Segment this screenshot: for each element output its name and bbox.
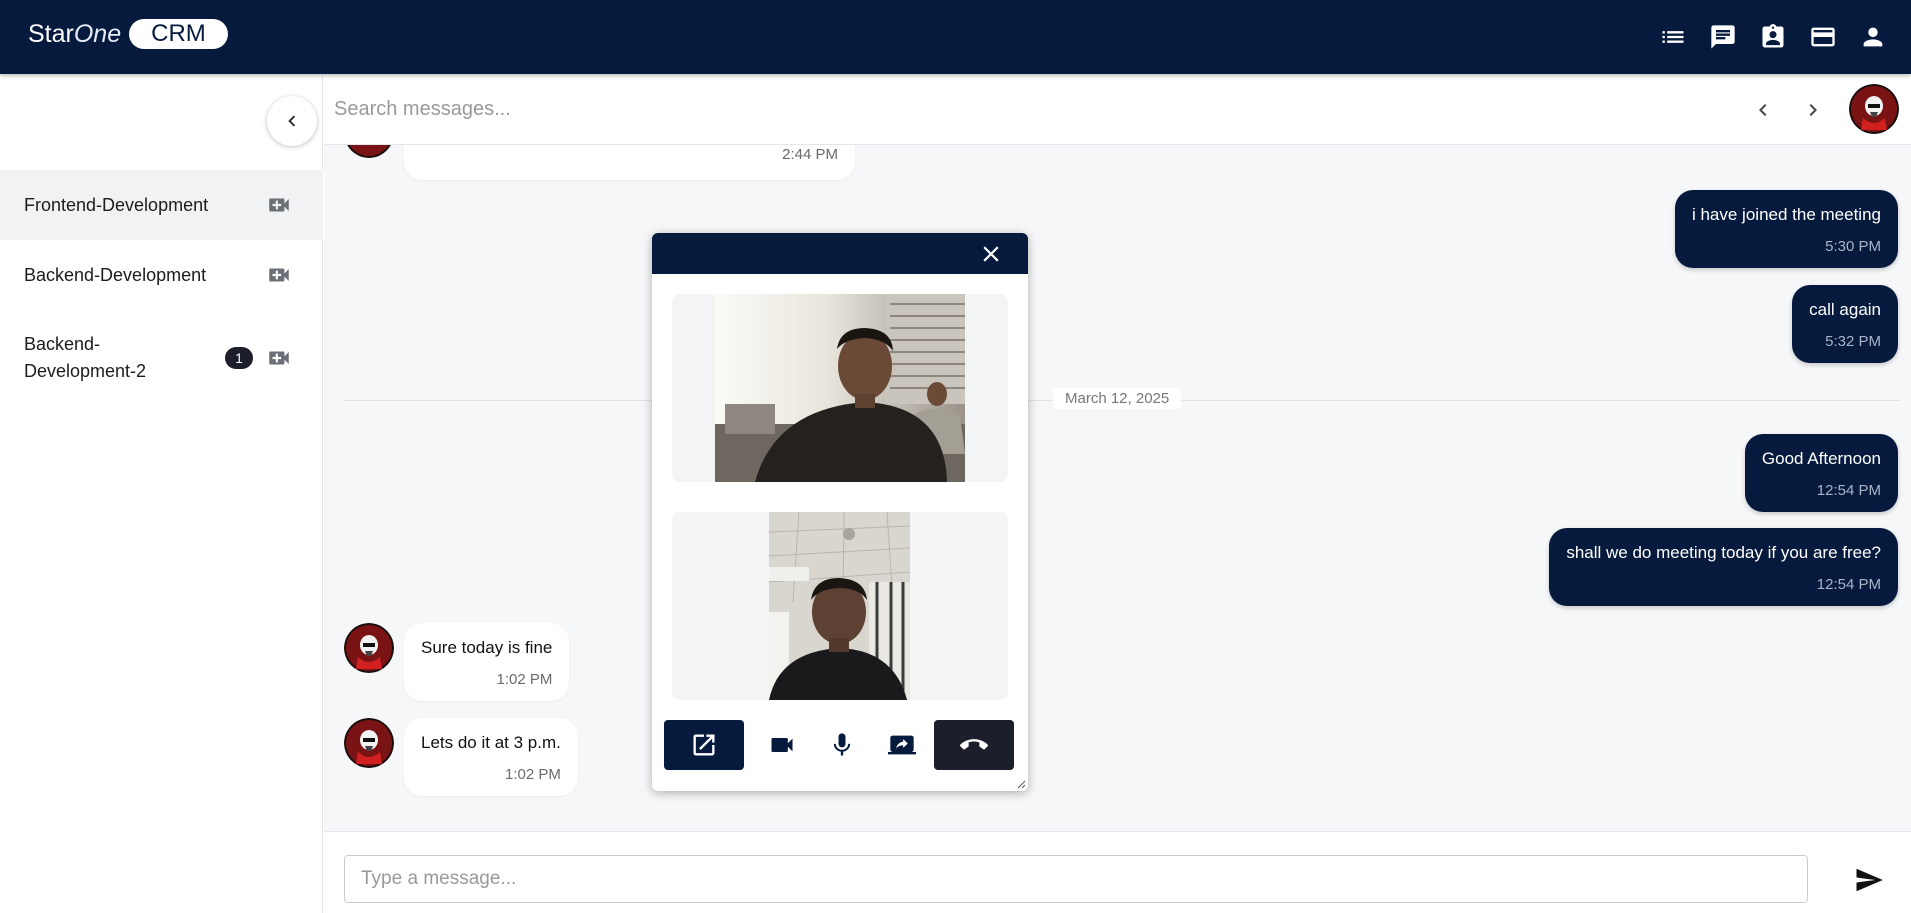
chat-icon[interactable] <box>1705 19 1741 55</box>
avatar <box>344 718 394 768</box>
list-icon[interactable] <box>1655 19 1691 55</box>
local-video-feed <box>769 512 910 700</box>
remote-video-tile <box>672 294 1008 482</box>
group-item-backend-development[interactable]: Backend-Development <box>0 240 323 310</box>
user-icon[interactable] <box>1855 19 1891 55</box>
message-search-bar <box>324 74 1911 145</box>
message-bubble-incoming: Lets do it at 3 p.m. 1:02 PM <box>404 718 578 796</box>
group-item-backend-development-2[interactable]: Backend-Development-2 1 <box>0 310 323 406</box>
chevron-left-icon <box>1759 104 1767 116</box>
message-bubble-outgoing: Good Afternoon 12:54 PM <box>1744 434 1898 512</box>
toggle-camera-button[interactable] <box>760 720 804 770</box>
message-time: 12:54 PM <box>1816 576 1881 593</box>
message-thread: 2:44 PM i have joined the meeting 5:30 P… <box>324 145 1911 831</box>
collapse-sidebar-button[interactable] <box>267 96 317 146</box>
group-item-frontend-development[interactable]: Frontend-Development <box>0 170 323 240</box>
message-bubble-outgoing: call again 5:32 PM <box>1792 285 1898 363</box>
popout-button[interactable] <box>664 720 744 770</box>
brand-logo[interactable]: Star One CRM <box>28 19 228 49</box>
resize-handle[interactable] <box>1016 779 1026 789</box>
search-messages-input[interactable] <box>334 88 1634 130</box>
brand-star: Star <box>28 19 74 48</box>
remote-video-feed <box>715 294 965 482</box>
chevron-right-icon <box>1809 104 1817 116</box>
screen-share-button[interactable] <box>880 720 924 770</box>
message-time: 1:02 PM <box>504 766 561 783</box>
message-text: shall we do meeting today if you are fre… <box>1566 543 1881 562</box>
group-label: Backend-Development-2 <box>24 334 147 381</box>
credit-card-icon[interactable] <box>1805 19 1841 55</box>
avatar <box>344 145 394 158</box>
contact-badge-icon[interactable] <box>1755 19 1791 55</box>
top-app-bar: Star One CRM <box>0 0 1911 74</box>
end-call-button[interactable] <box>934 720 1014 770</box>
video-call-icon[interactable] <box>266 345 292 371</box>
brand-one: One <box>73 19 122 48</box>
send-icon <box>1856 868 1883 892</box>
message-time: 5:30 PM <box>1825 238 1881 255</box>
message-time: 5:32 PM <box>1825 333 1881 350</box>
unread-badge: 1 <box>225 347 253 369</box>
message-text: Good Afternoon <box>1761 449 1881 468</box>
call-popup-header[interactable] <box>652 233 1028 274</box>
date-divider-label: March 12, 2025 <box>1053 388 1182 409</box>
avatar-image <box>1849 84 1899 134</box>
avatar[interactable] <box>1849 84 1899 134</box>
video-call-icon[interactable] <box>266 262 292 288</box>
message-time: 1:02 PM <box>496 671 553 688</box>
videocam-icon <box>771 738 793 752</box>
open-in-new-icon <box>693 734 715 756</box>
mic-icon <box>833 733 851 756</box>
local-video-tile <box>672 512 1008 700</box>
message-text: Lets do it at 3 p.m. <box>421 733 561 752</box>
message-bubble-incoming: Sure today is fine 1:02 PM <box>404 623 570 701</box>
group-list: Frontend-Development Backend-Development… <box>0 170 323 406</box>
chevron-left-icon <box>288 115 296 127</box>
message-composer <box>324 831 1911 913</box>
next-result-button[interactable] <box>1797 94 1829 126</box>
close-icon[interactable] <box>978 241 1004 267</box>
message-text: Sure today is fine <box>421 638 553 657</box>
video-call-popup[interactable] <box>652 233 1028 791</box>
group-label: Frontend-Development <box>24 194 209 215</box>
message-input[interactable] <box>344 855 1808 903</box>
message-time: 12:54 PM <box>1816 482 1881 499</box>
message-bubble-outgoing: i have joined the meeting 5:30 PM <box>1674 190 1898 268</box>
call-end-icon <box>960 739 988 750</box>
group-label: Backend-Development <box>24 264 207 285</box>
message-text: i have joined the meeting <box>1691 205 1881 224</box>
group-sidebar: Frontend-Development Backend-Development… <box>0 74 323 913</box>
screen-share-icon <box>888 735 916 755</box>
previous-result-button[interactable] <box>1747 94 1779 126</box>
top-nav-icons <box>1655 19 1891 55</box>
message-text: call again <box>1809 300 1881 319</box>
message-bubble-incoming: 2:44 PM <box>404 145 855 180</box>
brand-crm-pill: CRM <box>129 19 228 49</box>
toggle-mic-button[interactable] <box>820 720 864 770</box>
message-time: 2:44 PM <box>782 146 838 163</box>
send-button[interactable] <box>1851 862 1887 898</box>
call-controls <box>664 720 1016 770</box>
video-call-icon[interactable] <box>266 192 292 218</box>
avatar <box>344 623 394 673</box>
message-bubble-outgoing: shall we do meeting today if you are fre… <box>1549 528 1898 606</box>
